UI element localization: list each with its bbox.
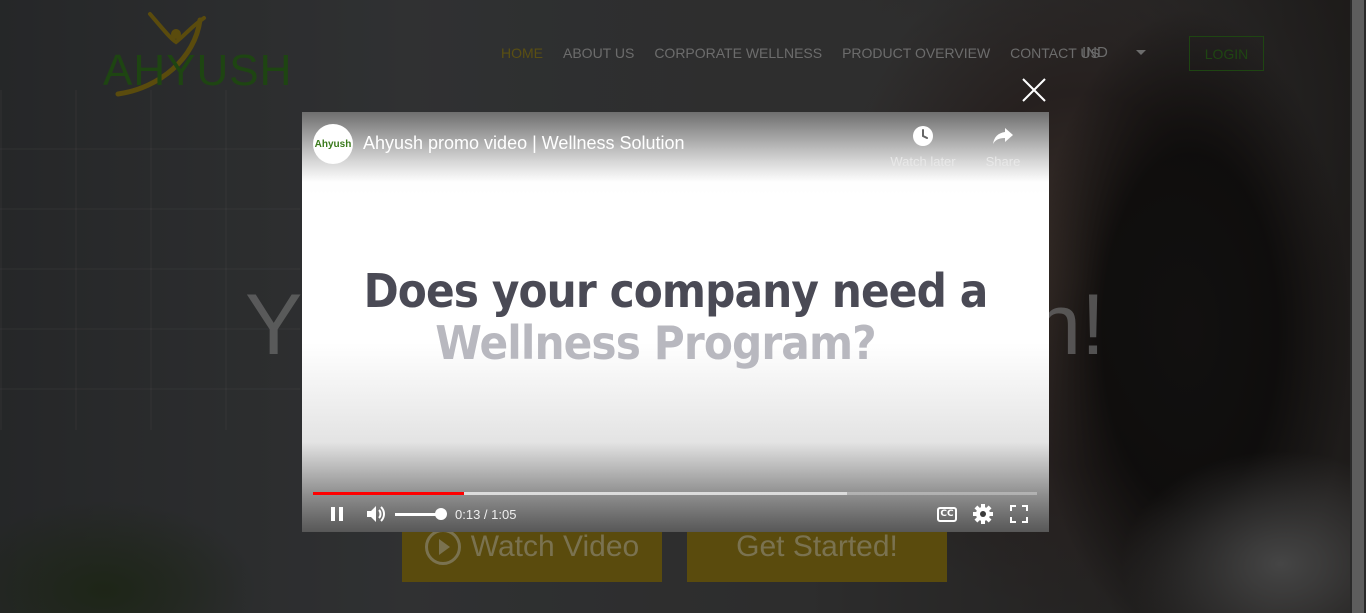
pause-button[interactable] — [324, 501, 350, 527]
volume-slider-handle[interactable] — [435, 508, 447, 520]
share-arrow-icon — [993, 128, 1013, 144]
channel-avatar[interactable]: Ahyush — [313, 124, 353, 164]
clock-icon — [913, 126, 933, 146]
fullscreen-icon — [1010, 505, 1028, 523]
share-button[interactable]: Share — [963, 124, 1043, 174]
time-display: 0:13 / 1:05 — [455, 507, 517, 522]
video-slide-text-line1: Does your company need a — [363, 264, 989, 318]
gear-icon — [973, 504, 993, 524]
subtitles-button[interactable]: CC — [934, 501, 960, 527]
video-player[interactable]: Does your company need a Wellness Progra… — [302, 112, 1049, 532]
watch-later-button[interactable]: Watch later — [883, 124, 963, 174]
watch-later-label: Watch later — [890, 154, 956, 169]
volume-icon — [367, 506, 385, 522]
progress-played — [313, 492, 464, 495]
progress-bar[interactable] — [313, 492, 1037, 495]
scrollbar-thumb[interactable] — [1352, 0, 1364, 613]
share-label: Share — [985, 154, 1021, 169]
video-slide-text-line2: Wellness Program? — [435, 316, 876, 370]
video-title-link[interactable]: Ahyush promo video | Wellness Solution — [363, 133, 685, 154]
channel-avatar-text: Ahyush — [314, 138, 352, 150]
mute-button[interactable] — [363, 501, 389, 527]
close-modal-button[interactable] — [1018, 74, 1050, 106]
close-icon — [1022, 78, 1046, 102]
cc-icon: CC — [937, 506, 957, 522]
fullscreen-button[interactable] — [1006, 501, 1032, 527]
settings-button[interactable] — [970, 501, 996, 527]
pause-icon — [331, 507, 343, 521]
